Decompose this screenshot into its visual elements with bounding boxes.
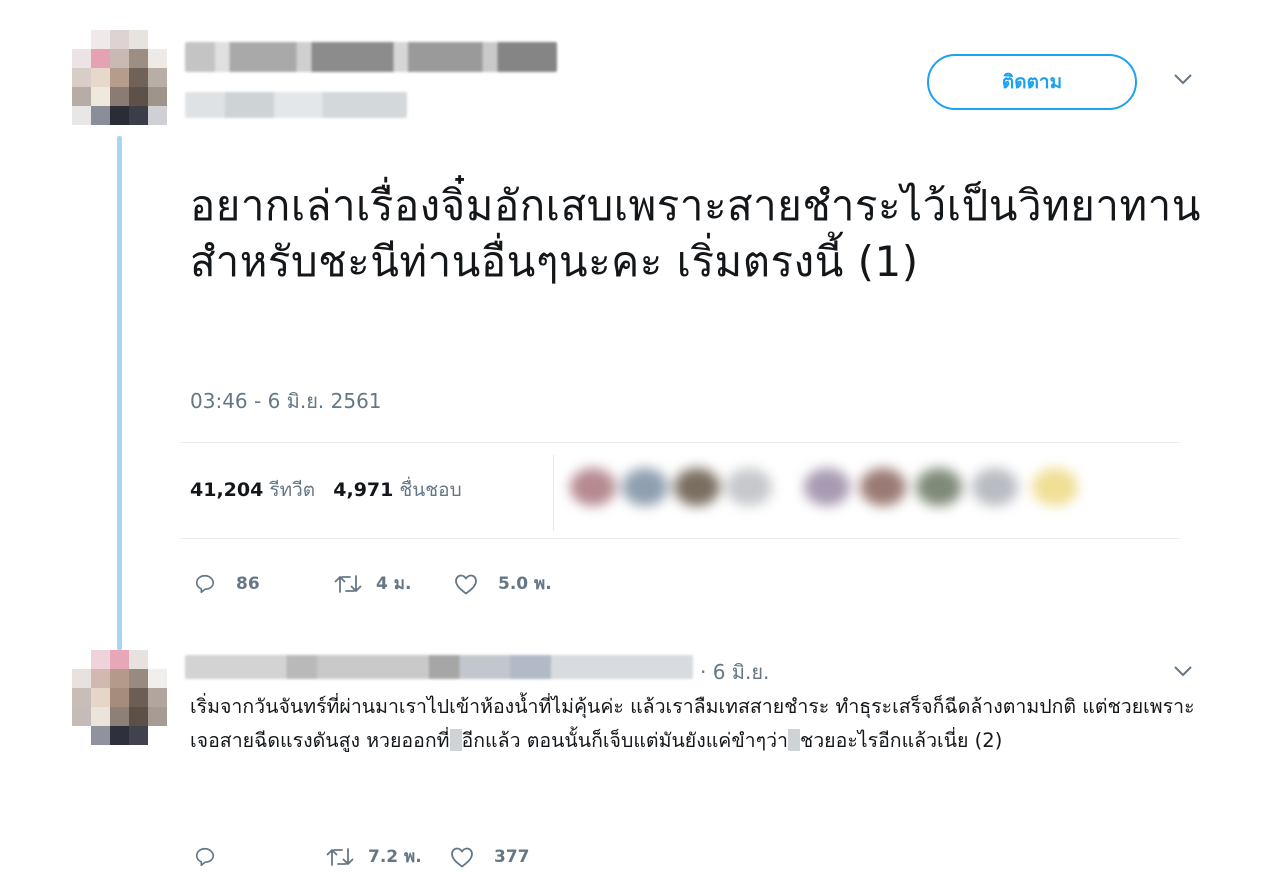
redaction-block [788, 729, 800, 751]
reply-actions: 7.2 พ. 377 [194, 843, 530, 870]
chevron-down-icon[interactable] [1173, 662, 1193, 683]
like-button[interactable]: 377 [450, 846, 530, 868]
likes-label[interactable]: ชื่นชอบ [399, 479, 461, 501]
retweet-button[interactable]: 7.2 พ. [326, 843, 450, 870]
retweet-icon [334, 574, 362, 593]
like-count: 377 [494, 846, 530, 867]
reply-icon [195, 847, 215, 866]
stats-top-divider [180, 442, 1180, 443]
reply-author-avatar[interactable] [72, 650, 167, 745]
liker-avatars-redacted[interactable] [570, 462, 1110, 510]
follow-button[interactable]: ติดตาม [927, 54, 1137, 110]
retweet-count: 4 ม. [376, 574, 412, 594]
retweets-count[interactable]: 41,204 [190, 479, 263, 501]
chevron-down-icon[interactable] [1173, 70, 1193, 91]
redaction-block [449, 729, 462, 751]
retweets-label[interactable]: รีทวีต [269, 479, 315, 501]
reply-text-part-2: อีกแล้ว ตอนนั้นก็เจ็บแต่มันยังแค่ขำๆว่า [461, 729, 788, 752]
tweet-text: อยากเล่าเรื่องจิ๋มอักเสบเพราะสายชำระไว้เ… [190, 181, 1201, 286]
reply-count: 86 [236, 573, 260, 594]
like-button[interactable]: 5.0 พ. [454, 570, 552, 597]
author-name-redacted[interactable] [185, 42, 557, 72]
retweet-icon [326, 847, 354, 866]
reply-date[interactable]: · 6 มิ.ย. [700, 656, 769, 688]
like-icon [455, 574, 477, 594]
reply-icon [195, 574, 215, 593]
author-handle-redacted[interactable] [185, 92, 407, 118]
reply-button[interactable]: 86 [194, 573, 334, 595]
stats-bottom-divider [180, 538, 1180, 539]
stats-separator [553, 455, 554, 531]
retweet-count: 7.2 พ. [368, 847, 422, 867]
thread-connector-line [117, 136, 122, 650]
retweet-button[interactable]: 4 ม. [334, 570, 454, 597]
reply-text: เริ่มจากวันจันทร์ที่ผ่านมาเราไปเข้าห้องน… [190, 690, 1220, 758]
tweet-actions: 86 4 ม. 5.0 พ. [194, 570, 552, 597]
like-icon [451, 847, 473, 867]
author-avatar[interactable] [72, 30, 167, 125]
tweet-timestamp[interactable]: 03:46 - 6 มิ.ย. 2561 [190, 385, 382, 417]
reply-button[interactable] [194, 846, 326, 868]
reply-text-part-3: ชวยอะไรอีกแล้วเนี่ย (2) [800, 729, 1003, 752]
tweet-stats: 41,204 รีทวีต 4,971 ชื่นชอบ [190, 475, 462, 505]
reply-author-redacted[interactable] [185, 655, 693, 679]
likes-count[interactable]: 4,971 [333, 479, 393, 501]
like-count: 5.0 พ. [498, 574, 552, 594]
